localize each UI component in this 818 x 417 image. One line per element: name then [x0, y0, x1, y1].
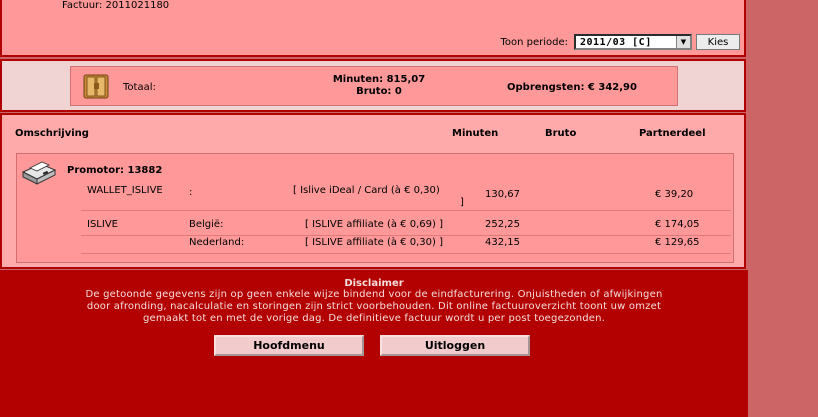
totaal-bruto: Bruto: 0	[356, 86, 402, 97]
column-header-partnerdeel: Partnerdeel	[639, 128, 706, 139]
row-name: ISLIVE	[87, 219, 118, 230]
row-partnerdeel: € 39,20	[655, 189, 694, 200]
table-row: Nederland: [ ISLIVE affiliate (à € 0,30)…	[17, 237, 733, 253]
periode-select-value: 2011/03 [C]	[580, 36, 652, 48]
row-tariff: [ Islive iDeal / Card (à € 0,30)	[293, 185, 440, 196]
row-partnerdeel: € 129,65	[655, 237, 700, 248]
column-header-bruto: Bruto	[545, 128, 577, 139]
table-row: WALLET_ISLIVE : [ Islive iDeal / Card (à…	[17, 185, 733, 208]
totaal-panel: Totaal: Minuten: 815,07 Bruto: 0 Opbreng…	[0, 59, 746, 112]
disclaimer-text: De getoonde gegevens zijn op geen enkele…	[85, 289, 663, 324]
row-tariff-close: ]	[460, 197, 464, 208]
row-minuten: 432,15	[485, 237, 520, 248]
detail-panel: Omschrijving Minuten Bruto Partnerdeel P…	[0, 113, 746, 269]
header-panel: Factuur: 2011021180 Toon periode: 2011/0…	[0, 0, 746, 57]
periode-selector-row: Toon periode: 2011/03 [C] ▼ Kies	[500, 34, 740, 50]
kies-button[interactable]: Kies	[696, 34, 740, 50]
row-name: WALLET_ISLIVE	[87, 185, 163, 196]
totaal-label: Totaal:	[123, 82, 156, 93]
table-row: ISLIVE België: [ ISLIVE affiliate (à € 0…	[17, 219, 733, 235]
chevron-down-icon[interactable]: ▼	[676, 36, 690, 48]
column-header-omschrijving: Omschrijving	[15, 128, 89, 139]
totaal-minuten-bruto: Minuten: 815,07 Bruto: 0	[319, 74, 439, 98]
row-divider	[81, 235, 731, 236]
page: Factuur: 2011021180 Toon periode: 2011/0…	[0, 0, 748, 417]
totaal-opbrengsten: Opbrengsten: € 342,90	[507, 82, 637, 93]
row-partnerdeel: € 174,05	[655, 219, 700, 230]
periode-select[interactable]: 2011/03 [C] ▼	[574, 34, 692, 50]
column-header-minuten: Minuten	[452, 128, 499, 139]
row-country: Nederland:	[189, 237, 245, 248]
hoofdmenu-button[interactable]: Hoofdmenu	[214, 335, 364, 356]
footer: Disclaimer De getoonde gegevens zijn op …	[0, 270, 748, 417]
totaal-minuten: Minuten: 815,07	[332, 74, 426, 85]
row-country: België:	[189, 219, 224, 230]
row-country: :	[189, 187, 193, 198]
promotor-group: Promotor: 13882 WALLET_ISLIVE : [ Islive…	[16, 153, 734, 263]
totaal-summary: Totaal: Minuten: 815,07 Bruto: 0 Opbreng…	[70, 66, 678, 106]
wallet-icon	[83, 74, 109, 99]
row-tariff: [ ISLIVE affiliate (à € 0,30) ]	[305, 237, 443, 248]
factuur-number: Factuur: 2011021180	[62, 0, 170, 11]
uitloggen-button[interactable]: Uitloggen	[380, 335, 530, 356]
printer-icon	[21, 161, 57, 185]
periode-label: Toon periode:	[500, 36, 568, 48]
row-divider	[81, 253, 731, 254]
row-minuten: 252,25	[485, 219, 520, 230]
disclaimer-title: Disclaimer	[344, 278, 404, 289]
promotor-title: Promotor: 13882	[67, 165, 163, 176]
row-divider	[81, 210, 731, 211]
row-tariff: [ ISLIVE affiliate (à € 0,69) ]	[305, 219, 443, 230]
row-minuten: 130,67	[485, 189, 520, 200]
